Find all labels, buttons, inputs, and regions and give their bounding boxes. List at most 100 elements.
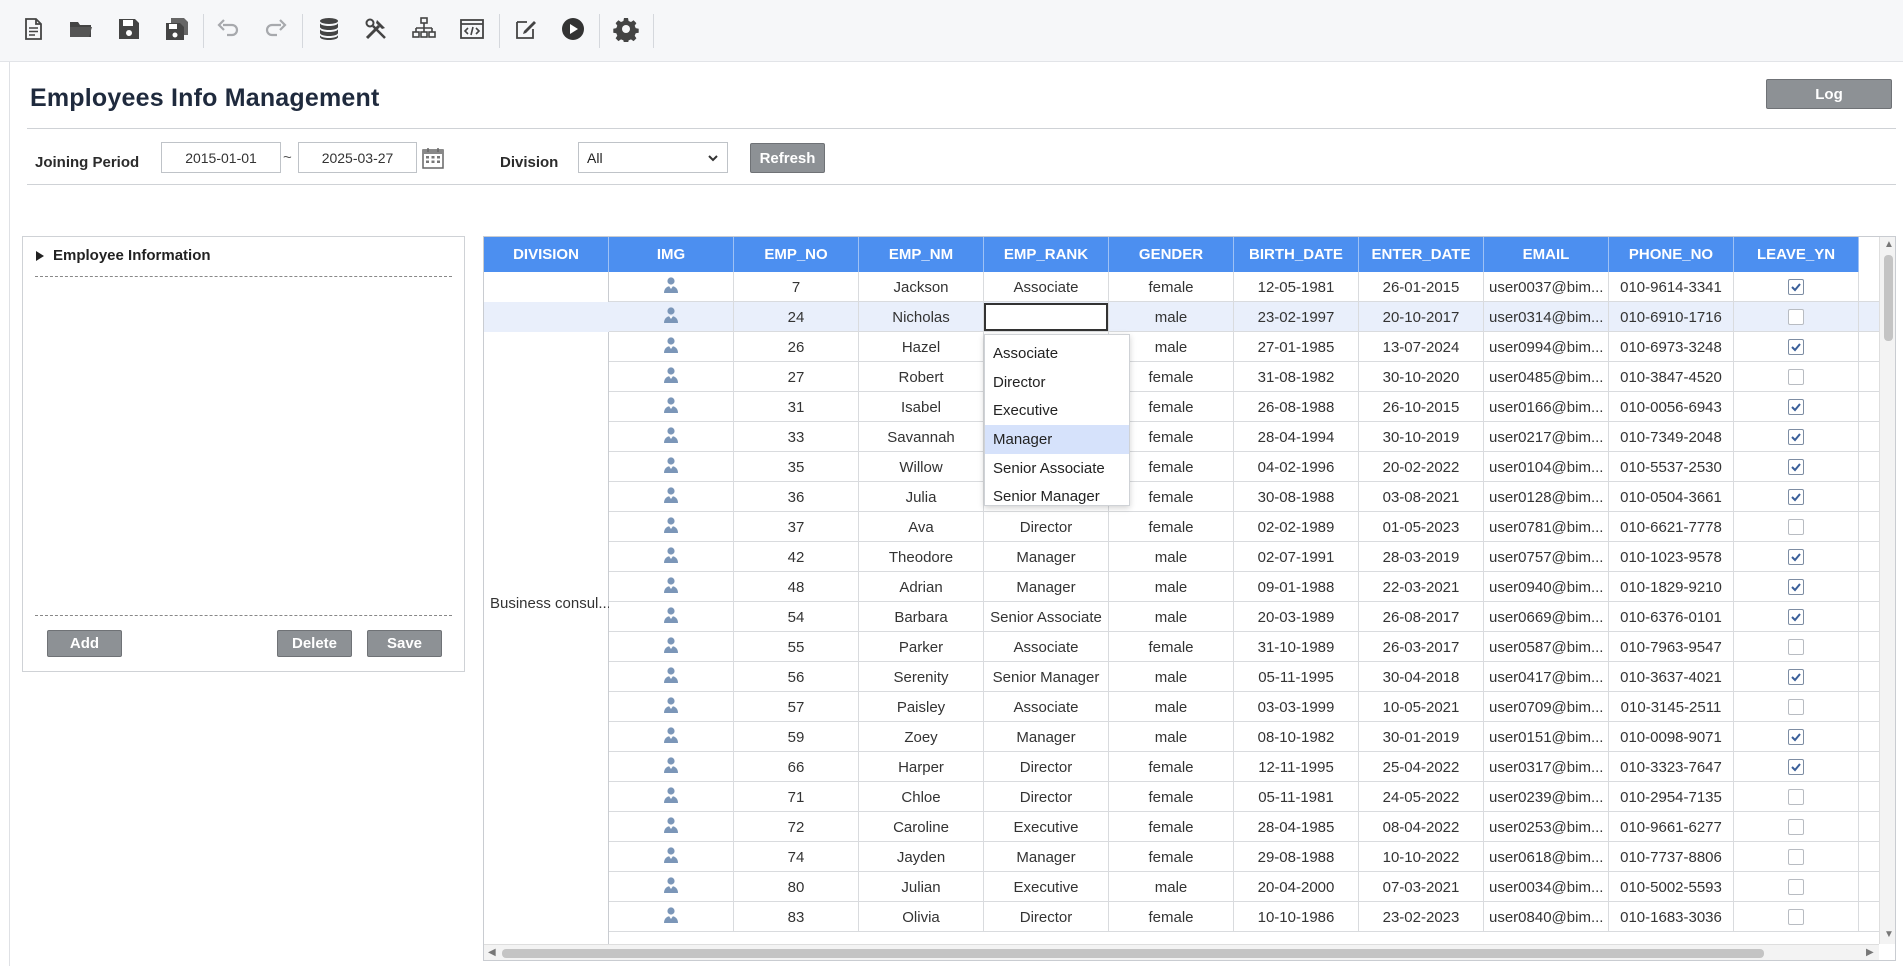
leave-checkbox[interactable] <box>1788 639 1804 655</box>
phone-no-cell[interactable]: 010-0056-6943 <box>1609 392 1734 422</box>
email-cell[interactable]: user0317@bim... <box>1484 752 1609 782</box>
gender-cell[interactable]: male <box>1109 722 1234 752</box>
birth-date-cell[interactable]: 28-04-1985 <box>1234 812 1359 842</box>
leave-yn-cell[interactable] <box>1734 842 1859 872</box>
phone-no-cell[interactable]: 010-3323-7647 <box>1609 752 1734 782</box>
table-row[interactable]: 31 Isabel female 26-08-1988 26-10-2015 user01… <box>609 392 1895 422</box>
enter-date-cell[interactable]: 07-03-2021 <box>1359 872 1484 902</box>
img-cell[interactable] <box>609 872 734 902</box>
email-cell[interactable]: user0669@bim... <box>1484 602 1609 632</box>
img-cell[interactable] <box>609 332 734 362</box>
birth-date-cell[interactable]: 05-11-1981 <box>1234 782 1359 812</box>
birth-date-cell[interactable]: 29-08-1988 <box>1234 842 1359 872</box>
emp-no-cell[interactable]: 24 <box>734 302 859 332</box>
email-cell[interactable]: user0037@bim... <box>1484 272 1609 302</box>
leave-checkbox[interactable] <box>1788 549 1804 565</box>
img-cell[interactable] <box>609 362 734 392</box>
emp-no-cell[interactable]: 56 <box>734 662 859 692</box>
column-header-emp-rank[interactable]: EMP_RANK <box>984 237 1109 272</box>
column-header-img[interactable]: IMG <box>609 237 734 272</box>
delete-button[interactable]: Delete <box>277 630 352 657</box>
emp-rank-cell[interactable]: Director <box>984 512 1109 542</box>
emp-nm-cell[interactable]: Ava <box>859 512 984 542</box>
emp-nm-cell[interactable]: Robert <box>859 362 984 392</box>
leave-yn-cell[interactable] <box>1734 752 1859 782</box>
leave-checkbox[interactable] <box>1788 459 1804 475</box>
email-cell[interactable]: user0417@bim... <box>1484 662 1609 692</box>
emp-no-cell[interactable]: 54 <box>734 602 859 632</box>
birth-date-cell[interactable]: 30-08-1988 <box>1234 482 1359 512</box>
leave-checkbox[interactable] <box>1788 879 1804 895</box>
enter-date-cell[interactable]: 28-03-2019 <box>1359 542 1484 572</box>
emp-no-cell[interactable]: 71 <box>734 782 859 812</box>
column-header-emp-no[interactable]: EMP_NO <box>734 237 859 272</box>
emp-no-cell[interactable]: 31 <box>734 392 859 422</box>
email-cell[interactable]: user0709@bim... <box>1484 692 1609 722</box>
leave-yn-cell[interactable] <box>1734 332 1859 362</box>
gender-cell[interactable]: male <box>1109 662 1234 692</box>
emp-no-cell[interactable]: 59 <box>734 722 859 752</box>
enter-date-cell[interactable]: 20-10-2017 <box>1359 302 1484 332</box>
emp-rank-cell[interactable]: Manager <box>984 542 1109 572</box>
enter-date-cell[interactable]: 24-05-2022 <box>1359 782 1484 812</box>
email-cell[interactable]: user0587@bim... <box>1484 632 1609 662</box>
enter-date-cell[interactable]: 10-10-2022 <box>1359 842 1484 872</box>
email-cell[interactable]: user0994@bim... <box>1484 332 1609 362</box>
enter-date-cell[interactable]: 26-03-2017 <box>1359 632 1484 662</box>
phone-no-cell[interactable]: 010-7963-9547 <box>1609 632 1734 662</box>
column-header-enter-date[interactable]: ENTER_DATE <box>1359 237 1484 272</box>
emp-no-cell[interactable]: 74 <box>734 842 859 872</box>
gender-cell[interactable]: female <box>1109 632 1234 662</box>
phone-no-cell[interactable]: 010-6910-1716 <box>1609 302 1734 332</box>
gender-cell[interactable]: male <box>1109 572 1234 602</box>
birth-date-cell[interactable]: 23-02-1997 <box>1234 302 1359 332</box>
gender-cell[interactable]: female <box>1109 842 1234 872</box>
birth-date-cell[interactable]: 09-01-1988 <box>1234 572 1359 602</box>
column-header-phone-no[interactable]: PHONE_NO <box>1609 237 1734 272</box>
phone-no-cell[interactable]: 010-1683-3036 <box>1609 902 1734 932</box>
table-row[interactable]: 74 Jayden Manager female 29-08-1988 10-10-202… <box>609 842 1895 872</box>
leave-yn-cell[interactable] <box>1734 812 1859 842</box>
emp-nm-cell[interactable]: Nicholas <box>859 302 984 332</box>
email-cell[interactable]: user0485@bim... <box>1484 362 1609 392</box>
leave-checkbox[interactable] <box>1788 819 1804 835</box>
leave-checkbox[interactable] <box>1788 759 1804 775</box>
emp-rank-cell[interactable]: Manager <box>984 572 1109 602</box>
division-select[interactable]: All <box>578 142 728 173</box>
emp-rank-cell[interactable]: Director <box>984 902 1109 932</box>
rank-option[interactable]: Manager <box>985 425 1129 454</box>
leave-yn-cell[interactable] <box>1734 302 1859 332</box>
img-cell[interactable] <box>609 602 734 632</box>
table-row[interactable]: 80 Julian Executive male 20-04-2000 07-03-202… <box>609 872 1895 902</box>
enter-date-cell[interactable]: 30-10-2019 <box>1359 422 1484 452</box>
division-cell[interactable]: Business consul... <box>490 595 611 612</box>
table-row[interactable]: 37 Ava Director female 02-02-1989 01-05-2023 u… <box>609 512 1895 542</box>
leave-checkbox[interactable] <box>1788 909 1804 925</box>
email-cell[interactable]: user0840@bim... <box>1484 902 1609 932</box>
leave-yn-cell[interactable] <box>1734 542 1859 572</box>
expand-arrow-icon[interactable] <box>35 250 45 262</box>
phone-no-cell[interactable]: 010-3145-2511 <box>1609 692 1734 722</box>
table-row[interactable]: 71 Chloe Director female 05-11-1981 24-05-202… <box>609 782 1895 812</box>
img-cell[interactable] <box>609 782 734 812</box>
emp-nm-cell[interactable]: Hazel <box>859 332 984 362</box>
emp-no-cell[interactable]: 37 <box>734 512 859 542</box>
tree-node-employee-information[interactable]: Employee Information <box>35 247 211 264</box>
emp-nm-cell[interactable]: Isabel <box>859 392 984 422</box>
birth-date-cell[interactable]: 08-10-1982 <box>1234 722 1359 752</box>
phone-no-cell[interactable]: 010-0098-9071 <box>1609 722 1734 752</box>
emp-no-cell[interactable]: 66 <box>734 752 859 782</box>
enter-date-cell[interactable]: 30-10-2020 <box>1359 362 1484 392</box>
birth-date-cell[interactable]: 12-05-1981 <box>1234 272 1359 302</box>
emp-rank-cell[interactable]: Senior Associate <box>984 602 1109 632</box>
leave-checkbox[interactable] <box>1788 399 1804 415</box>
email-cell[interactable]: user0940@bim... <box>1484 572 1609 602</box>
emp-no-cell[interactable]: 36 <box>734 482 859 512</box>
emp-no-cell[interactable]: 80 <box>734 872 859 902</box>
leave-checkbox[interactable] <box>1788 729 1804 745</box>
emp-rank-cell[interactable]: Manager <box>984 722 1109 752</box>
column-header-email[interactable]: EMAIL <box>1484 237 1609 272</box>
gender-cell[interactable]: female <box>1109 812 1234 842</box>
column-header-division[interactable]: DIVISION <box>484 237 609 272</box>
emp-nm-cell[interactable]: Barbara <box>859 602 984 632</box>
